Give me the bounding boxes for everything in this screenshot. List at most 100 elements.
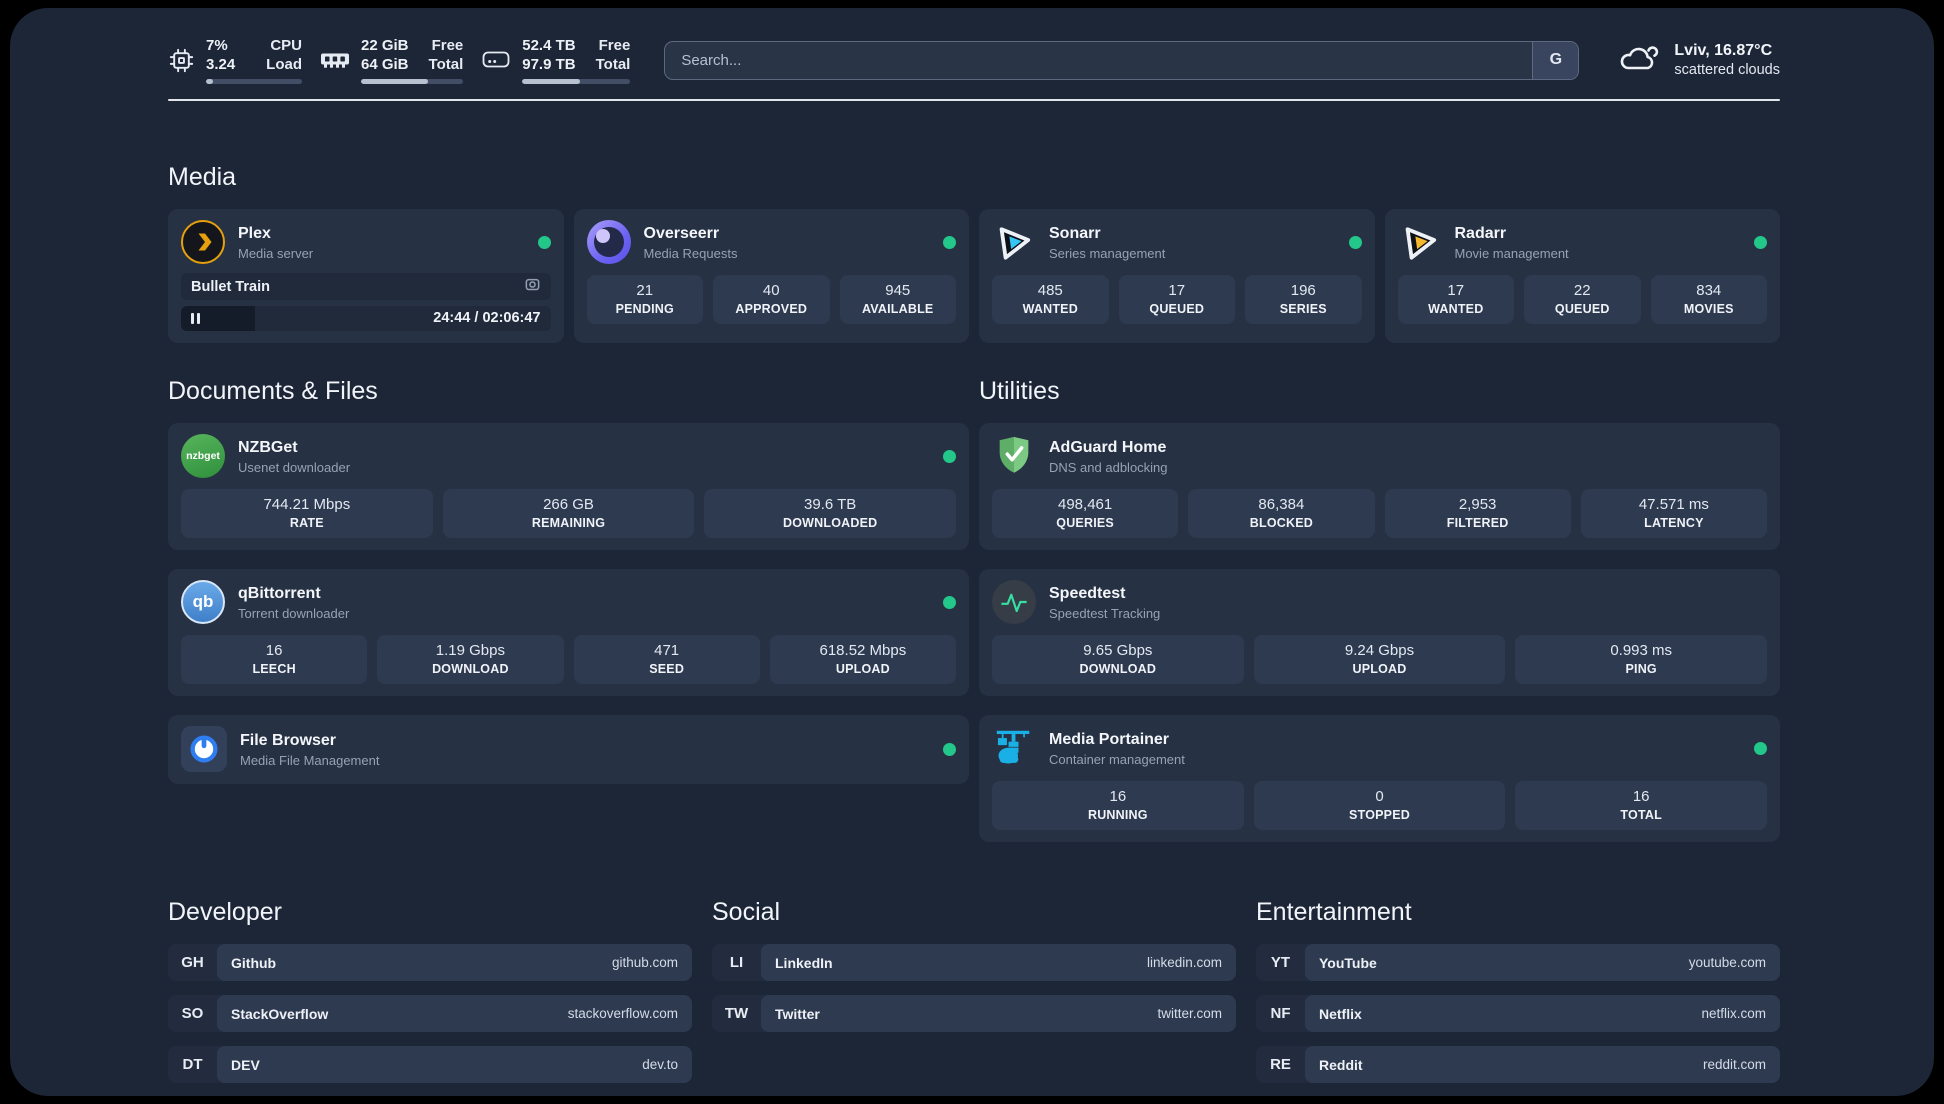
stat-label: LEECH <box>252 662 296 676</box>
app-name: Plex <box>238 224 271 242</box>
weather-location-temp: Lviv, 16.87°C <box>1674 41 1773 59</box>
memory-free: 22 GiB <box>361 37 409 54</box>
app-name: Media Portainer <box>1049 730 1170 748</box>
app-card-sonarr[interactable]: Sonarr Series management 485 WANTED 17 QUE… <box>979 209 1375 343</box>
stat-label: SERIES <box>1279 302 1327 316</box>
cpu-icon <box>168 47 195 74</box>
cpu-label-2: Load <box>266 56 302 73</box>
stat-value: 266 GB <box>543 496 594 513</box>
playback-progress-bar[interactable]: 24:44 / 02:06:47 <box>181 306 551 331</box>
status-online-dot <box>943 449 956 463</box>
search-engine-button[interactable]: G <box>1532 41 1579 79</box>
disk-label-2: Total <box>595 56 631 73</box>
stat-tile: 16 LEECH <box>181 635 368 684</box>
app-card-adguard[interactable]: AdGuard Home DNS and adblocking 498,461 Q… <box>979 423 1780 550</box>
app-card-overseerr[interactable]: Overseerr Media Requests 21 PENDING 40 APP… <box>573 209 969 343</box>
app-card-radarr[interactable]: Radarr Movie management 17 WANTED 22 QUEUE… <box>1384 209 1780 343</box>
link-abbr: DT <box>182 1056 203 1073</box>
entertainment-section-title: Entertainment <box>1256 898 1412 926</box>
stat-value: 47.571 ms <box>1638 496 1709 513</box>
link-stackoverflow[interactable]: SO StackOverflow stackoverflow.com <box>168 995 692 1032</box>
link-github[interactable]: GH Github github.com <box>168 944 692 981</box>
stat-value: 16 <box>1632 788 1650 805</box>
stat-label: LATENCY <box>1644 516 1704 530</box>
sonarr-logo-icon <box>992 220 1036 264</box>
app-card-plex[interactable]: Plex Media server Bullet Train 24:44 / 0… <box>168 209 564 343</box>
app-card-portainer[interactable]: Media Portainer Container management 16 R… <box>979 715 1780 842</box>
link-dev[interactable]: DT DEV dev.to <box>168 1046 692 1083</box>
link-name: Reddit <box>1319 1056 1363 1073</box>
stat-tile: 618.52 Mbps UPLOAD <box>769 635 956 684</box>
stat-tile: 9.24 Gbps UPLOAD <box>1253 635 1506 684</box>
link-netflix[interactable]: NF Netflix netflix.com <box>1256 995 1780 1032</box>
stat-label: QUERIES <box>1056 516 1114 530</box>
stat-tile: 47.571 ms LATENCY <box>1580 489 1767 538</box>
stat-value: 485 <box>1037 282 1063 299</box>
link-abbr: NF <box>1270 1005 1291 1022</box>
stat-tile: 40 APPROVED <box>713 275 830 324</box>
link-name: Twitter <box>775 1005 820 1022</box>
link-url: youtube.com <box>1688 955 1766 970</box>
stat-value: 1.19 Gbps <box>435 642 505 659</box>
link-name: StackOverflow <box>231 1005 329 1022</box>
stat-tile: 266 GB REMAINING <box>442 489 695 538</box>
qbittorrent-logo-icon: qb <box>181 580 225 624</box>
now-playing-title: Bullet Train <box>191 278 270 295</box>
link-linkedin[interactable]: LI LinkedIn linkedin.com <box>712 944 1236 981</box>
stat-label: FILTERED <box>1446 516 1509 530</box>
stat-value: 2,953 <box>1458 496 1497 513</box>
memory-label-1: Free <box>431 37 464 54</box>
ram-icon <box>320 48 350 72</box>
stat-value: 0.993 ms <box>1610 642 1673 659</box>
stat-value: 39.6 TB <box>804 496 857 513</box>
nzbget-logo-icon: nzbget <box>181 434 225 478</box>
stat-value: 21 <box>636 282 654 299</box>
overseerr-logo-icon <box>586 220 631 264</box>
app-name: Sonarr <box>1049 224 1101 242</box>
stat-label: QUEUED <box>1149 302 1205 316</box>
playback-elapsed-fill <box>181 306 255 331</box>
stat-value: 86,384 <box>1258 496 1305 513</box>
link-url: linkedin.com <box>1146 955 1222 970</box>
status-online-dot <box>1754 741 1767 755</box>
app-card-nzbget[interactable]: nzbget NZBGet Usenet downloader 744.21 M… <box>168 423 969 550</box>
camera-icon[interactable] <box>524 276 541 298</box>
stat-tile: 2,953 FILTERED <box>1384 489 1571 538</box>
filebrowser-logo-icon <box>181 726 227 772</box>
stat-label: QUEUED <box>1554 302 1610 316</box>
app-name: File Browser <box>240 731 337 749</box>
app-desc: DNS and adblocking <box>1049 459 1168 475</box>
app-card-filebrowser[interactable]: File Browser Media File Management <box>168 715 969 784</box>
search-input[interactable] <box>664 40 1580 80</box>
disk-progress-track <box>522 79 631 84</box>
cpu-progress-fill <box>206 79 213 84</box>
app-card-speedtest[interactable]: Speedtest Speedtest Tracking 9.65 Gbps DO… <box>979 569 1780 696</box>
stat-tile: 39.6 TB DOWNLOADED <box>704 489 957 538</box>
stat-tile: 0 STOPPED <box>1253 781 1506 830</box>
link-abbr: TW <box>724 1005 749 1022</box>
link-reddit[interactable]: RE Reddit reddit.com <box>1256 1046 1780 1083</box>
link-name: DEV <box>231 1056 260 1073</box>
link-url: github.com <box>611 955 678 970</box>
stat-tile: 196 SERIES <box>1245 275 1362 324</box>
app-name: Speedtest <box>1049 584 1126 602</box>
stat-value: 0 <box>1375 788 1384 805</box>
stat-label: UPLOAD <box>1352 662 1407 676</box>
stat-label: TOTAL <box>1620 808 1662 822</box>
stat-label: REMAINING <box>531 516 606 530</box>
app-card-qbittorrent[interactable]: qb qBittorrent Torrent downloader 16 LEEC… <box>168 569 969 696</box>
stat-tile: 17 WANTED <box>1397 275 1514 324</box>
disk-stat: 52.4 TB Free 97.9 TB Total <box>481 36 631 84</box>
link-twitter[interactable]: TW Twitter twitter.com <box>712 995 1236 1032</box>
stat-value: 834 <box>1696 282 1722 299</box>
system-stats: 7% CPU 3.24 Load 22 GiB Free 64 GiB Tota… <box>168 36 631 84</box>
cpu-usage: 7% <box>206 37 228 54</box>
stat-label: DOWNLOAD <box>432 662 509 676</box>
top-bar: 7% CPU 3.24 Load 22 GiB Free 64 GiB Tota… <box>168 36 1780 84</box>
stat-tile: 498,461 QUERIES <box>992 489 1179 538</box>
stat-value: 498,461 <box>1058 496 1113 513</box>
stat-tile: 21 PENDING <box>586 275 703 324</box>
link-youtube[interactable]: YT YouTube youtube.com <box>1256 944 1780 981</box>
status-online-dot <box>943 235 956 249</box>
stat-value: 945 <box>885 282 911 299</box>
